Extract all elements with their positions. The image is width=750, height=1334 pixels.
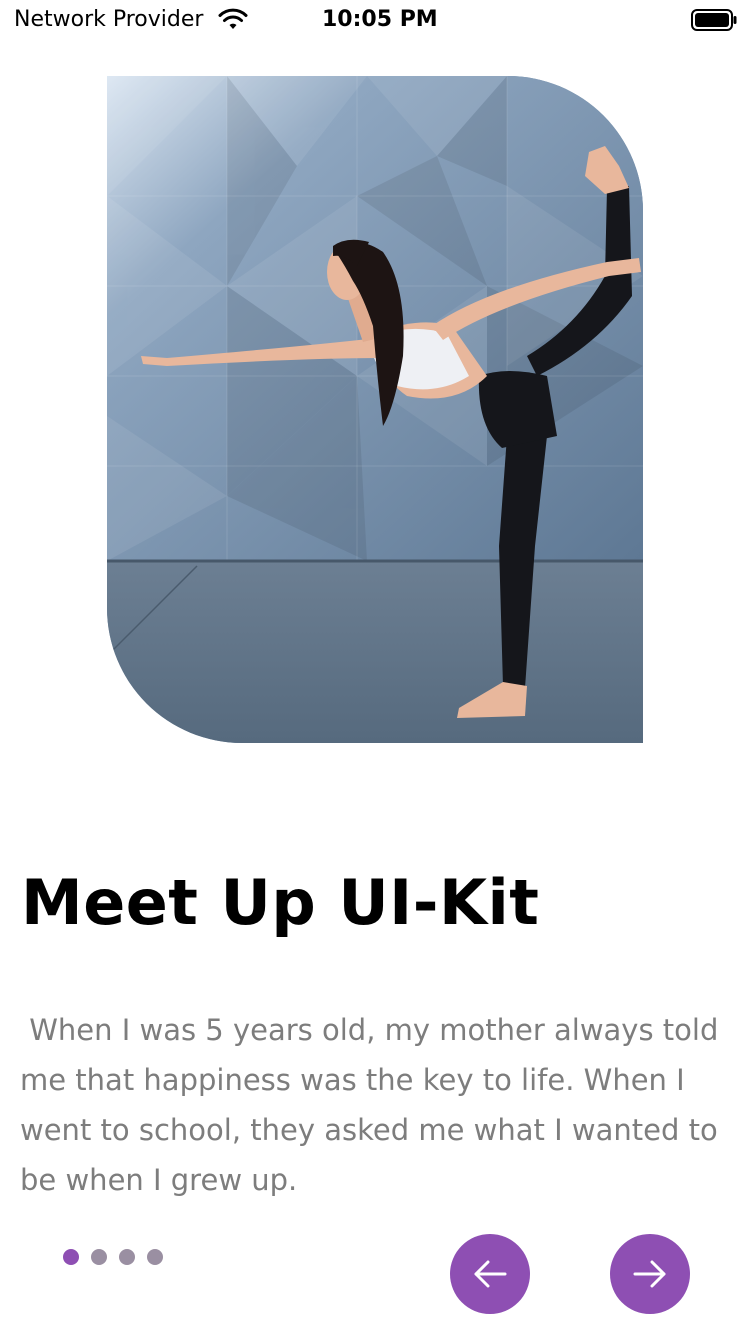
page-dot-3[interactable] <box>119 1249 135 1265</box>
page-dot-4[interactable] <box>147 1249 163 1265</box>
hero-image <box>107 76 643 743</box>
yoga-illustration <box>107 76 643 743</box>
wifi-icon <box>218 8 248 29</box>
page-indicator <box>63 1249 163 1265</box>
arrow-left-icon <box>474 1260 507 1288</box>
previous-button[interactable] <box>450 1234 530 1314</box>
onboarding-screen: Network Provider 10:05 PM Meet Up UI-Kit… <box>0 0 750 1334</box>
carrier-label: Network Provider <box>14 7 204 32</box>
description-text: When I was 5 years old, my mother always… <box>20 1013 728 1197</box>
arrow-right-icon <box>633 1260 666 1288</box>
battery-icon <box>691 9 737 31</box>
page-dot-2[interactable] <box>91 1249 107 1265</box>
page-dot-1[interactable] <box>63 1249 79 1265</box>
status-bar: Network Provider 10:05 PM <box>0 0 750 40</box>
clock: 10:05 PM <box>322 7 438 32</box>
page-title: Meet Up UI-Kit <box>21 866 540 939</box>
next-button[interactable] <box>610 1234 690 1314</box>
